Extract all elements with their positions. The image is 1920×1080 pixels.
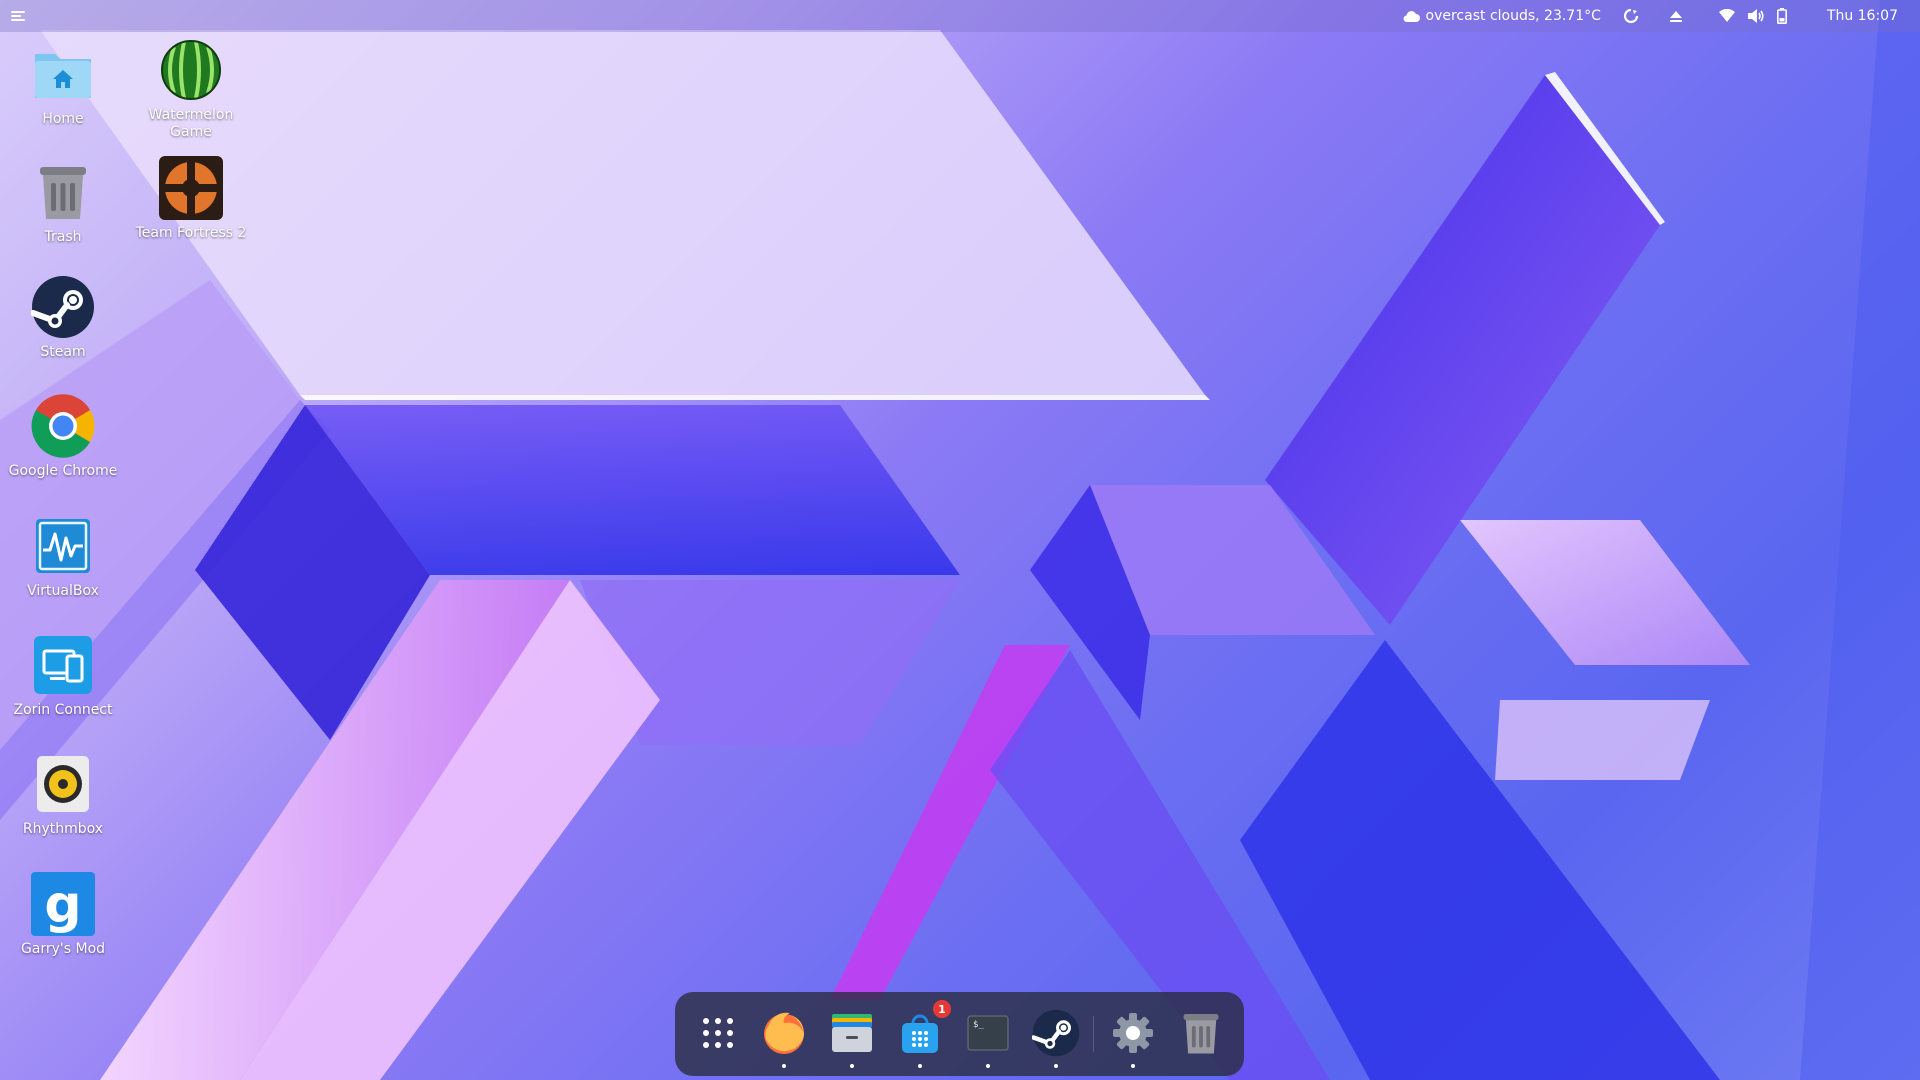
sync-icon: [1623, 8, 1639, 24]
desktop-icon-label: Zorin Connect: [13, 702, 113, 718]
software-store-icon: [902, 1014, 938, 1053]
svg-text:$_: $_: [973, 1020, 984, 1030]
desktop-icon-google-chrome[interactable]: Google Chrome: [3, 394, 123, 480]
desktop-icon-home[interactable]: Home: [3, 42, 123, 128]
files-icon: [832, 1014, 872, 1052]
desktop-icon-rhythmbox[interactable]: Rhythmbox: [3, 752, 123, 838]
weather-text: overcast clouds, 23.71°C: [1425, 8, 1601, 24]
steam-icon: [1032, 1009, 1080, 1057]
app-grid-icon: [703, 1018, 733, 1048]
battery-indicator[interactable]: [1776, 8, 1787, 24]
activities-menu-button[interactable]: [8, 6, 28, 26]
trash-icon: [1183, 1014, 1219, 1054]
clock[interactable]: Thu 16:07: [1827, 8, 1898, 24]
dock-item-app-grid[interactable]: [691, 1006, 745, 1060]
wifi-icon: [1718, 9, 1735, 22]
dock-item-settings[interactable]: [1106, 1006, 1160, 1068]
running-indicator: [918, 1064, 922, 1068]
eject-indicator[interactable]: [1669, 9, 1683, 23]
home-folder-icon: [31, 42, 95, 106]
desktop-icon-label: Home: [42, 111, 84, 127]
desktop-icon-label: Trash: [44, 229, 82, 245]
trash-icon: [31, 160, 95, 224]
garrys-mod-icon: g: [31, 872, 95, 936]
notification-badge: 1: [933, 1000, 951, 1018]
desktop-icon-label: Watermelon Game: [148, 107, 234, 140]
firefox-icon: [764, 1012, 804, 1054]
running-indicator: [1131, 1064, 1135, 1068]
running-indicator: [782, 1064, 786, 1068]
desktop-wallpaper: [0, 0, 1920, 1080]
running-indicator: [1054, 1064, 1058, 1068]
battery-icon: [1776, 8, 1787, 24]
dock-separator: [1093, 1016, 1094, 1052]
desktop-icon-label: Rhythmbox: [22, 821, 104, 837]
desktop-icon-trash[interactable]: Trash: [3, 160, 123, 246]
watermelon-icon: [159, 38, 223, 102]
desktop-icon-garrys-mod[interactable]: g Garry's Mod: [3, 872, 123, 958]
terminal-icon: $_: [967, 1015, 1009, 1051]
chrome-icon: [31, 394, 95, 458]
desktop-icon-steam[interactable]: Steam: [3, 275, 123, 361]
running-indicator: [986, 1064, 990, 1068]
virtualbox-icon: [31, 514, 95, 578]
volume-icon: [1747, 9, 1764, 23]
dock-item-terminal[interactable]: $_: [961, 1006, 1015, 1068]
desktop-icon-label: Garry's Mod: [20, 941, 106, 957]
zorin-connect-icon: [31, 633, 95, 697]
desktop-icon-virtualbox[interactable]: VirtualBox: [3, 514, 123, 600]
desktop-icon-watermelon-game[interactable]: Watermelon Game: [131, 38, 251, 141]
dock-item-software-store[interactable]: 1: [893, 1000, 951, 1068]
top-bar: overcast clouds, 23.71°C Thu 16:07: [0, 0, 1920, 32]
dock-item-trash[interactable]: [1174, 1006, 1228, 1060]
desktop-icon-label: Steam: [40, 344, 86, 360]
desktop-icon-label: VirtualBox: [27, 583, 99, 599]
dock-item-steam[interactable]: [1029, 1006, 1083, 1068]
rhythmbox-icon: [31, 752, 95, 816]
desktop-icon-team-fortress-2[interactable]: Team Fortress 2: [131, 156, 251, 242]
cloud-icon: [1403, 11, 1420, 23]
steam-icon: [31, 275, 95, 339]
system-tray: overcast clouds, 23.71°C Thu 16:07: [1380, 0, 1898, 32]
svg-text:g: g: [44, 875, 81, 935]
weather-indicator[interactable]: overcast clouds, 23.71°C: [1402, 8, 1601, 24]
settings-icon: [1113, 1013, 1153, 1053]
wifi-indicator[interactable]: [1718, 9, 1735, 23]
menu-icon: [11, 11, 25, 21]
volume-indicator[interactable]: [1747, 8, 1765, 24]
eject-icon: [1669, 11, 1682, 22]
desktop-icon-label: Google Chrome: [8, 463, 118, 479]
dock: 1 $_: [675, 992, 1244, 1076]
dock-item-files[interactable]: [825, 1006, 879, 1068]
team-fortress-icon: [159, 156, 223, 220]
sync-indicator[interactable]: [1623, 8, 1639, 24]
running-indicator: [850, 1064, 854, 1068]
desktop-icon-label: Team Fortress 2: [135, 225, 247, 241]
desktop-icon-zorin-connect[interactable]: Zorin Connect: [3, 633, 123, 719]
dock-item-firefox[interactable]: [757, 1006, 811, 1068]
